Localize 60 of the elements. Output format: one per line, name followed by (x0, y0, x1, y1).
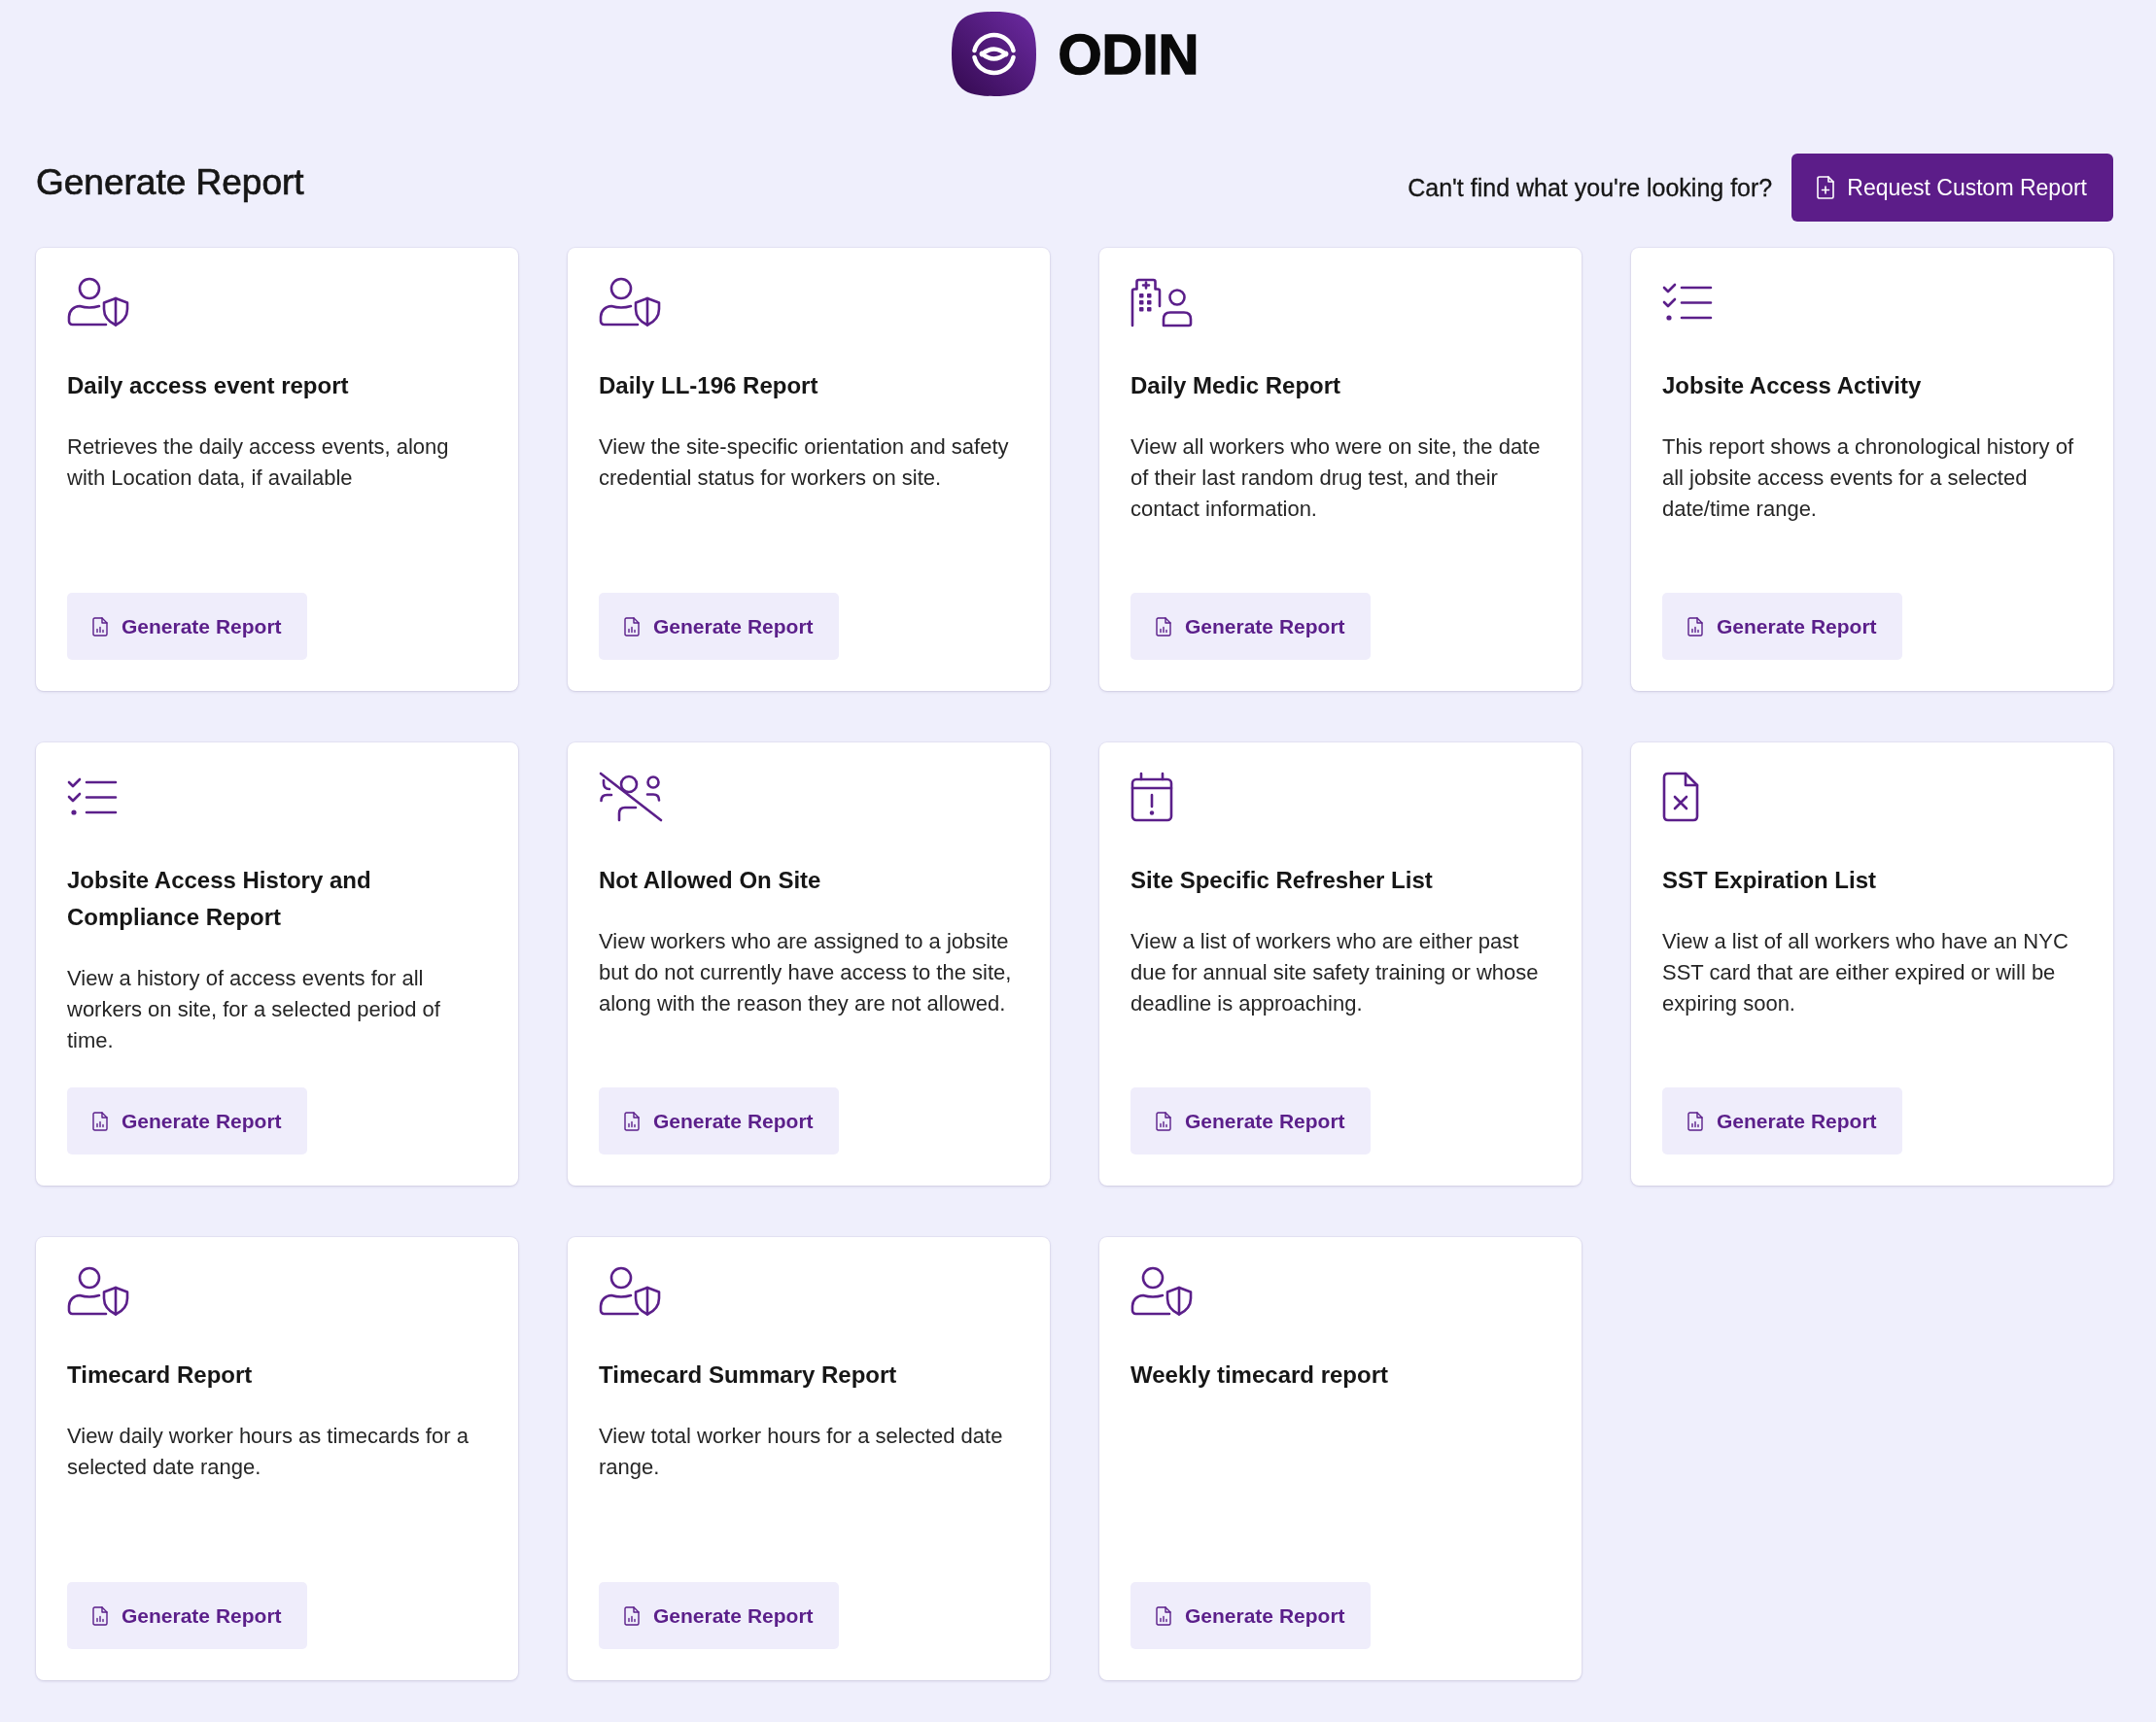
person-shield-icon (599, 277, 661, 327)
report-title: Site Specific Refresher List (1130, 866, 1434, 895)
help-text: Can't find what you're looking for? (1408, 173, 1773, 202)
checklist-icon (67, 777, 118, 816)
document-chart-icon (1687, 616, 1703, 637)
document-chart-icon (1156, 616, 1171, 637)
report-title: Jobsite Access History and Compliance Report (67, 866, 372, 932)
generate-report-button[interactable]: Generate Report (67, 1582, 307, 1649)
document-x-icon (1662, 772, 1699, 822)
brand-name: ODIN (1058, 25, 1200, 83)
person-shield-icon (67, 277, 129, 327)
report-title: SST Expiration List (1662, 866, 1878, 895)
calendar-alert-icon (1130, 772, 1173, 822)
logo-icon (950, 11, 1037, 97)
report-description: View the site-specific orientation and safety credential status for workers on site. (599, 433, 1010, 492)
report-title: Weekly timecard report (1130, 1360, 1389, 1390)
person-shield-icon (1130, 1266, 1193, 1317)
generate-report-button[interactable]: Generate Report (599, 1087, 839, 1154)
report-title: Timecard Summary Report (599, 1360, 898, 1390)
report-title: Daily Medic Report (1130, 371, 1342, 400)
generate-report-button[interactable]: Generate Report (1662, 593, 1902, 660)
report-description: Retrieves the daily access events, along with Location data, if available (67, 433, 450, 492)
document-chart-icon (92, 1111, 108, 1131)
document-chart-icon (92, 1605, 108, 1626)
report-description: View workers who are assigned to a jobsite but do not currently have access to the site, along with the reason they are not allowed. (599, 928, 1013, 1017)
page-title: Generate Report (36, 162, 304, 203)
document-chart-icon (1156, 1111, 1171, 1131)
document-chart-icon (624, 1111, 640, 1131)
report-description: View all workers who were on site, the date of their last random drug test, and their contact information. (1130, 433, 1542, 523)
request-report-button[interactable]: Request Custom Report (1791, 154, 2113, 222)
document-chart-icon (624, 1605, 640, 1626)
report-description: View a list of workers who are either past due for annual site safety training or whose deadline is approaching. (1130, 928, 1540, 1017)
report-title: Jobsite Access Activity (1662, 371, 1923, 400)
report-description: View daily worker hours as timecards for a selected date range. (67, 1423, 469, 1481)
person-shield-icon (599, 1266, 661, 1317)
generate-report-button[interactable]: Generate Report (1662, 1087, 1902, 1154)
document-chart-icon (624, 616, 640, 637)
people-crossed-icon (599, 772, 663, 822)
report-description: View a list of all workers who have an NYC SST card that are either expired or will be expiring soon. (1662, 928, 2069, 1017)
document-plus-icon (1817, 176, 1835, 199)
report-description: This report shows a chronological history of all jobsite access events for a selected date/time range. (1662, 433, 2075, 523)
person-shield-icon (67, 1266, 129, 1317)
generate-report-button[interactable]: Generate Report (1130, 593, 1371, 660)
document-chart-icon (92, 616, 108, 637)
generate-report-button[interactable]: Generate Report (599, 593, 839, 660)
generate-report-button[interactable]: Generate Report (67, 1087, 307, 1154)
document-chart-icon (1156, 1605, 1171, 1626)
checklist-icon (1662, 283, 1713, 322)
report-description: View a history of access events for all workers on site, for a selected period of time. (67, 965, 441, 1054)
report-title: Daily LL-196 Report (599, 371, 819, 400)
report-title: Not Allowed On Site (599, 866, 822, 895)
generate-report-button[interactable]: Generate Report (67, 593, 307, 660)
generate-report-button[interactable]: Generate Report (1130, 1582, 1371, 1649)
report-title: Daily access event report (67, 371, 350, 400)
report-title: Timecard Report (67, 1360, 254, 1390)
report-description: View total worker hours for a selected date range. (599, 1423, 1004, 1481)
generate-report-button[interactable]: Generate Report (599, 1582, 839, 1649)
generate-report-button[interactable]: Generate Report (1130, 1087, 1371, 1154)
hospital-person-icon (1130, 277, 1193, 327)
document-chart-icon (1687, 1111, 1703, 1131)
